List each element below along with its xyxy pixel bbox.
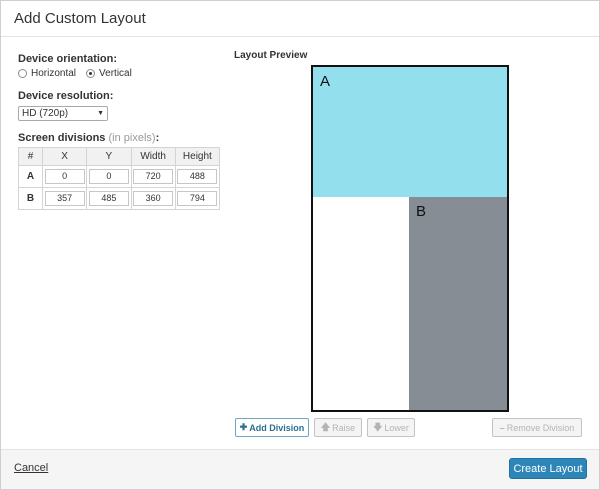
division-b-block[interactable]: B (409, 197, 507, 410)
layout-preview-label: Layout Preview (234, 50, 308, 61)
raise-button[interactable]: 🡅 Raise (314, 418, 362, 437)
y-input[interactable]: 0 (88, 169, 129, 184)
y-input[interactable]: 485 (88, 191, 129, 206)
orientation-radio-group: Horizontal Vertical (18, 68, 142, 79)
chevron-down-icon: ▼ (97, 110, 104, 117)
radio-vertical[interactable] (86, 69, 96, 78)
layout-preview-canvas: A B (311, 65, 509, 412)
cell-x: 0 (41, 165, 88, 188)
orientation-horizontal-option[interactable]: Horizontal (18, 68, 76, 79)
add-division-button[interactable]: ✚ Add Division (235, 418, 309, 437)
orientation-label: Device orientation: (18, 53, 118, 65)
division-a-block[interactable]: A (313, 67, 507, 197)
orientation-vertical-option[interactable]: Vertical (86, 68, 132, 79)
dialog-title: Add Custom Layout (14, 10, 146, 27)
minus-icon: – (499, 422, 505, 433)
raise-label: Raise (332, 422, 356, 433)
cell-width: 720 (130, 165, 176, 188)
lower-label: Lower (384, 422, 409, 433)
arrow-up-icon: 🡅 (320, 421, 331, 432)
height-input[interactable]: 488 (177, 169, 218, 184)
table-row: A 0 0 720 488 (18, 165, 221, 188)
width-input[interactable]: 360 (133, 191, 174, 206)
cell-height: 488 (174, 165, 221, 188)
x-input[interactable]: 0 (44, 169, 85, 184)
height-input[interactable]: 794 (177, 191, 218, 206)
cell-height: 794 (174, 187, 221, 210)
screen-divisions-label: Screen divisions (in pixels): (18, 132, 159, 144)
x-input[interactable]: 357 (44, 191, 85, 206)
cancel-link[interactable]: Cancel (14, 462, 48, 474)
table-row: B 357 485 360 794 (18, 187, 221, 210)
col-header-height: Height (174, 147, 221, 166)
width-input[interactable]: 720 (133, 169, 174, 184)
cell-y: 0 (86, 165, 132, 188)
division-a-label: A (320, 73, 331, 90)
arrow-down-icon: 🡇 (373, 421, 383, 432)
add-custom-layout-dialog: Add Custom Layout Device orientation: Ho… (0, 0, 600, 490)
resolution-label: Device resolution: (18, 90, 114, 102)
add-division-label: Add Division (249, 422, 305, 433)
cell-x: 357 (41, 187, 88, 210)
lower-button[interactable]: 🡇 Lower (367, 418, 415, 437)
remove-division-button[interactable]: – Remove Division (492, 418, 582, 437)
row-id: A (18, 165, 43, 188)
col-header-id: # (18, 147, 43, 166)
resolution-select[interactable]: HD (720p) ▼ (18, 106, 108, 121)
radio-horizontal[interactable] (18, 69, 27, 78)
cell-y: 485 (86, 187, 132, 210)
row-id: B (18, 187, 43, 210)
divisions-table: # X Y Width Height A 0 0 720 488 B 357 4… (18, 147, 221, 210)
cell-width: 360 (130, 187, 176, 210)
col-header-y: Y (86, 147, 132, 166)
plus-icon: ✚ (239, 422, 248, 432)
radio-horizontal-label: Horizontal (31, 68, 77, 79)
radio-vertical-label: Vertical (99, 68, 132, 79)
screen-divisions-colon: : (155, 132, 160, 144)
screen-divisions-note: (in pixels) (108, 132, 156, 144)
screen-divisions-title: Screen divisions (18, 132, 106, 144)
dialog-footer: Cancel Create Layout (1, 449, 599, 489)
dialog-titlebar: Add Custom Layout (1, 1, 599, 37)
create-layout-button[interactable]: Create Layout (509, 458, 587, 479)
resolution-selected-value: HD (720p) (22, 108, 69, 119)
division-b-label: B (416, 203, 427, 220)
remove-division-label: Remove Division (506, 422, 575, 433)
divisions-header-row: # X Y Width Height (18, 147, 221, 166)
col-header-width: Width (130, 147, 176, 166)
col-header-x: X (41, 147, 88, 166)
